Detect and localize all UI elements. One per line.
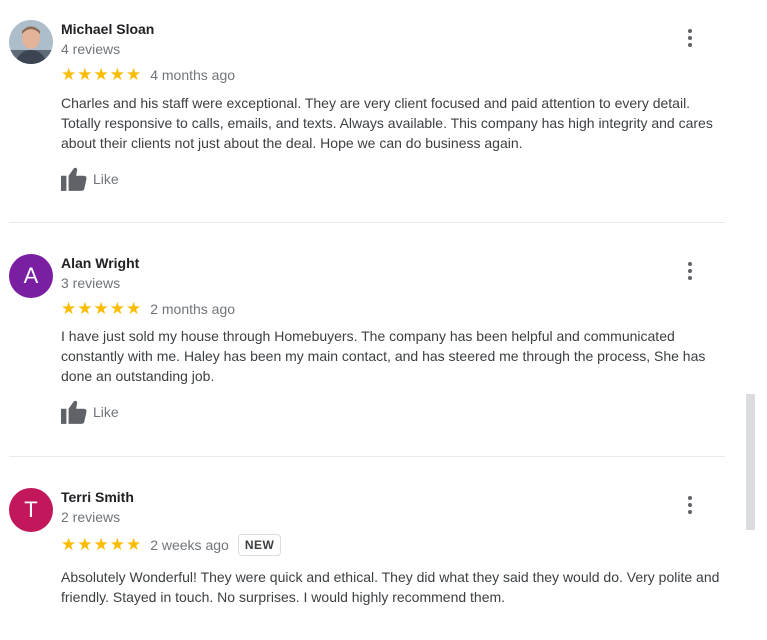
new-badge: NEW: [237, 534, 282, 556]
review-date: 2 months ago: [150, 301, 236, 317]
reviewer-avatar[interactable]: A: [9, 254, 53, 298]
like-button[interactable]: Like: [61, 400, 119, 424]
reviewer-review-count: 4 reviews: [61, 41, 121, 57]
review-date: 4 months ago: [150, 67, 236, 83]
reviewer-review-count: 2 reviews: [61, 509, 121, 525]
thumb-up-icon: [61, 400, 87, 424]
like-label: Like: [93, 404, 119, 420]
thumb-up-icon: [61, 167, 87, 191]
star-rating: ★★★★★: [61, 535, 143, 554]
more-vert-icon[interactable]: [682, 261, 698, 281]
star-rating: ★★★★★: [61, 299, 143, 318]
review-date: 2 weeks ago: [150, 537, 229, 553]
reviewer-avatar[interactable]: [9, 20, 53, 64]
rating-row: ★★★★★ 4 months ago: [61, 66, 235, 84]
review-text: I have just sold my house through Homebu…: [61, 328, 706, 384]
more-vert-icon[interactable]: [682, 495, 698, 515]
more-vert-icon[interactable]: [682, 28, 698, 48]
rating-row: ★★★★★ 2 weeks ago NEW: [61, 534, 282, 556]
avatar-letter: T: [24, 497, 38, 522]
review-card: Michael Sloan 4 reviews ★★★★★ 4 months a…: [9, 0, 725, 223]
reviewer-review-count: 3 reviews: [61, 275, 121, 291]
star-rating: ★★★★★: [61, 65, 143, 84]
review-text: Absolutely Wonderful! They were quick an…: [61, 569, 720, 605]
reviewer-avatar[interactable]: T: [9, 488, 53, 532]
review-card: T Terri Smith 2 reviews ★★★★★ 2 weeks ag…: [9, 457, 725, 640]
like-button[interactable]: Like: [61, 167, 119, 191]
reviewer-name[interactable]: Alan Wright: [61, 255, 139, 271]
review-text: Charles and his staff were exceptional. …: [61, 95, 713, 151]
reviewer-name[interactable]: Terri Smith: [61, 489, 134, 505]
scrollbar-thumb[interactable]: [746, 394, 755, 530]
reviewer-photo: [9, 20, 53, 64]
avatar-letter: A: [23, 263, 39, 288]
reviews-list: Michael Sloan 4 reviews ★★★★★ 4 months a…: [0, 0, 740, 640]
like-label: Like: [93, 171, 119, 187]
reviewer-name[interactable]: Michael Sloan: [61, 21, 154, 37]
review-card: A Alan Wright 3 reviews ★★★★★ 2 months a…: [9, 223, 725, 457]
rating-row: ★★★★★ 2 months ago: [61, 300, 235, 318]
scrollbar-track[interactable]: [744, 0, 757, 639]
